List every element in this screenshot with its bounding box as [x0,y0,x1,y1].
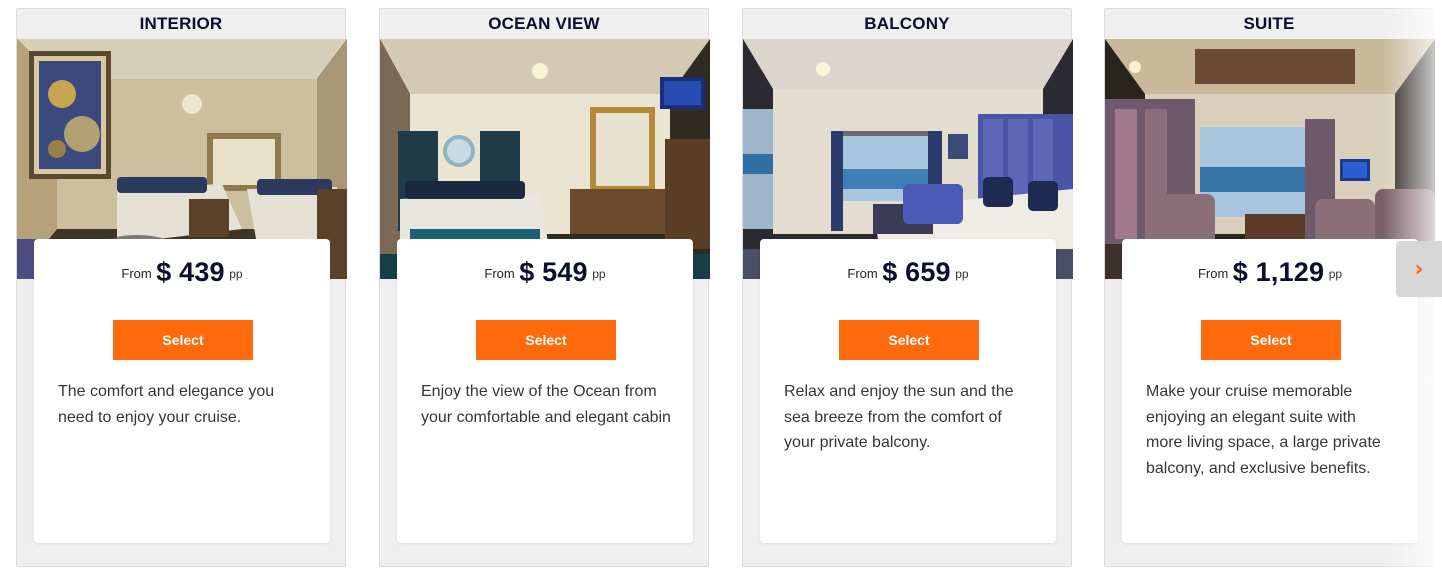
price-amount: $ 1,129 [1232,257,1325,287]
cabin-title: SUITE [1243,14,1295,33]
price-per-person: pp [592,267,606,281]
price-per-person: pp [1328,267,1343,281]
cabin-description: Make your cruise memorable enjoying an e… [1146,383,1381,477]
price-amount: $ 549 [519,257,588,287]
price-per-person: pp [955,267,969,281]
cabin-card-suite: SUITE From $ 1,129 pp Select Make your c… [1104,8,1435,567]
cabin-title: BALCONY [864,14,950,33]
price-from-label: From [1197,266,1229,281]
price-row: From $ 659 pp [760,257,1056,288]
price-amount: $ 439 [156,257,225,287]
cabin-title: INTERIOR [139,14,223,33]
cabin-description: Enjoy the view of the Ocean from your co… [421,383,671,426]
price-from-label: From [847,266,878,281]
select-button[interactable]: Select [476,320,616,360]
cabin-info-panel: From $ 439 pp Select The comfort and ele… [34,239,330,543]
cabin-info-panel: From $ 1,129 pp Select Make your cruise … [1122,239,1418,543]
price-row: From $ 1,129 pp [1122,257,1418,288]
select-button[interactable]: Select [839,320,979,360]
price-row: From $ 439 pp [34,257,330,288]
price-from-label: From [121,266,152,281]
price-from-label: From [484,266,515,281]
cabin-card-interior: INTERIOR From $ 439 pp Select The comfor… [16,8,347,567]
price-amount: $ 659 [882,257,951,287]
cabin-title: OCEAN VIEW [488,14,600,33]
cabin-info-panel: From $ 659 pp Select Relax and enjoy the… [760,239,1056,543]
cabin-description: The comfort and elegance you need to enj… [58,383,275,426]
price-row: From $ 549 pp [397,257,693,288]
cabin-carousel: INTERIOR From $ 439 pp Select The comfor… [0,0,1442,576]
carousel-next-button[interactable]: › [1396,241,1442,297]
price-per-person: pp [229,267,243,281]
select-button[interactable]: Select [113,320,253,360]
chevron-right-icon: › [1414,256,1424,282]
cabin-card-balcony: BALCONY From $ 659 pp Select Relax and e… [742,8,1073,567]
select-button[interactable]: Select [1201,320,1341,360]
cabin-description: Relax and enjoy the sun and the sea bree… [784,383,1014,451]
cabin-card-ocean-view: OCEAN VIEW From $ 549 pp Select Enjoy th… [379,8,710,567]
cabin-info-panel: From $ 549 pp Select Enjoy the view of t… [397,239,693,543]
